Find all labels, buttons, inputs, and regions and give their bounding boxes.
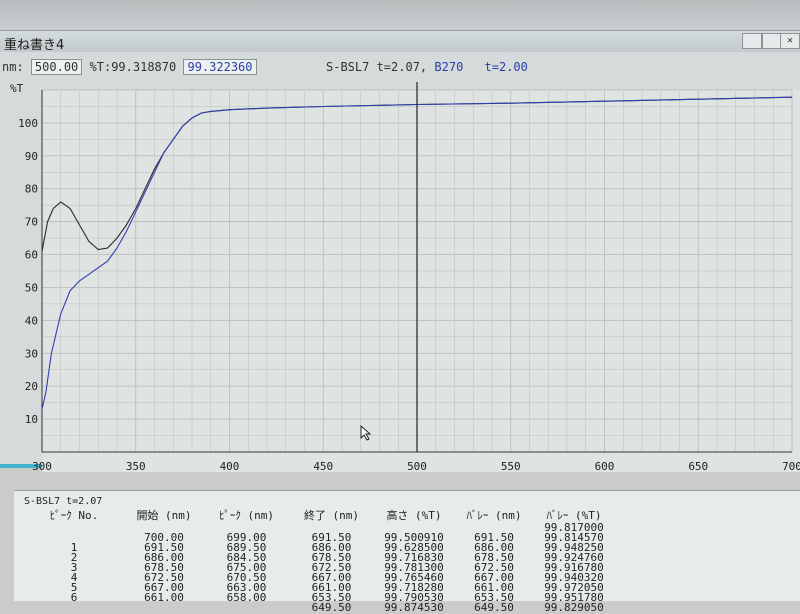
window-title: 重ね書き4 — [4, 38, 65, 53]
column-header[interactable]: 高さ (%T) — [374, 507, 454, 523]
y-tick-label: 50 — [25, 281, 38, 294]
table-row[interactable]: 6 661.00 658.00 653.50 99.790530 653.50 99.951… — [24, 591, 614, 604]
column-header[interactable]: 開始 (nm) — [124, 507, 204, 523]
table-cell: 99.829050 — [544, 601, 604, 614]
table-cell: 99.790530 — [384, 591, 444, 604]
column-header[interactable]: ﾊﾞﾚｰ (nm) — [454, 507, 534, 523]
x-tick-label: 300 — [32, 460, 52, 472]
top-window-strip — [0, 0, 800, 30]
peak-table[interactable]: ﾋﾟｰｸ No. 開始 (nm) ﾋﾟｰｸ (nm) 終了 (nm) 高さ (%T) ﾊﾞ… — [24, 507, 614, 613]
y-tick-label: 10 — [25, 413, 38, 426]
peak-table-container: S-BSL7 t=2.07 ﾋﾟｰｸ No. 開始 (nm) ﾋﾟｰｸ (nm) 終了… — [24, 496, 800, 613]
y-tick-label: 80 — [25, 183, 38, 196]
column-header[interactable]: ﾋﾟｰｸ (nm) — [204, 507, 289, 523]
x-tick-label: 500 — [407, 460, 427, 472]
maximize-button[interactable] — [762, 33, 782, 49]
minimize-button[interactable] — [742, 33, 762, 49]
peak-table-header: ﾋﾟｰｸ No. 開始 (nm) ﾋﾟｰｸ (nm) 終了 (nm) 高さ (%T) ﾊﾞ… — [24, 507, 614, 523]
spectrum-chart[interactable]: 300 350 400 450 500 550 600 650 700 10 20 30 40 50 60 7… — [0, 72, 800, 472]
x-tick-label: 550 — [501, 460, 521, 472]
y-tick-label: 90 — [25, 150, 38, 163]
plot-background — [42, 90, 800, 472]
mouse-pointer-icon — [360, 425, 372, 441]
table-cell — [124, 603, 204, 613]
table-cell: 99.874530 — [384, 601, 444, 614]
x-tick-label: 700 — [782, 460, 800, 472]
x-tick-label: 600 — [595, 460, 615, 472]
table-cell: 6 — [70, 591, 78, 604]
y-tick-label: 70 — [25, 216, 38, 229]
table-cell — [204, 603, 289, 613]
y-tick-label: 100 — [18, 117, 38, 130]
y-tick-label: 40 — [25, 314, 38, 327]
table-cell: 649.50 — [474, 601, 514, 614]
close-button[interactable]: ✕ — [780, 33, 800, 49]
y-tick-label: 60 — [25, 249, 38, 262]
table-cell — [24, 523, 124, 533]
table-cell: 653.50 — [474, 591, 514, 604]
table-cell: 658.00 — [226, 591, 267, 604]
y-axis-label: %T — [10, 82, 24, 95]
column-header[interactable]: 終了 (nm) — [289, 507, 374, 523]
table-cell — [24, 603, 124, 613]
x-tick-label: 650 — [688, 460, 708, 472]
x-tick-label: 450 — [313, 460, 333, 472]
table-row[interactable]: 649.50 99.874530 649.50 99.829050 — [24, 601, 614, 614]
table-cell: 649.50 — [311, 601, 352, 614]
peak-table-caption: S-BSL7 t=2.07 — [24, 496, 103, 507]
table-cell: 653.50 — [311, 591, 352, 604]
y-tick-label: 30 — [25, 347, 38, 360]
x-tick-label: 350 — [126, 460, 146, 472]
column-header[interactable]: ﾋﾟｰｸ No. — [24, 507, 124, 523]
table-cell: 99.951780 — [544, 591, 604, 604]
window-titlebar: 重ね書き4 ✕ — [0, 30, 800, 54]
y-tick-label: 20 — [25, 380, 38, 393]
table-cell: 661.00 — [144, 591, 184, 604]
x-tick-label: 400 — [220, 460, 240, 472]
